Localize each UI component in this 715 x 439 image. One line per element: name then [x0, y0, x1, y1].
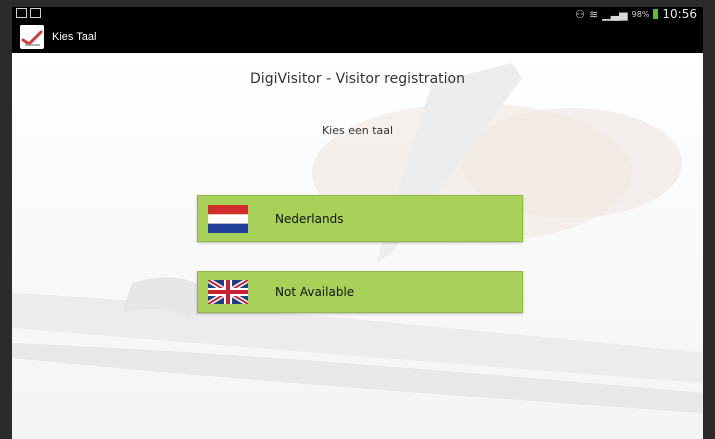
battery-percent: 98% — [631, 9, 650, 19]
language-button-english[interactable]: Not Available — [197, 271, 523, 313]
status-icons: ⚇ ≋ ▁▃▅ 98% 10:56 — [575, 7, 697, 21]
notification-icons — [16, 8, 41, 18]
main-content: DigiVisitor - Visitor registration Kies … — [12, 53, 703, 439]
status-bar: ⚇ ≋ ▁▃▅ 98% 10:56 — [12, 7, 703, 21]
clipboard-pen-background-image — [12, 53, 703, 439]
language-label-dutch: Nederlands — [275, 211, 344, 226]
language-label-english: Not Available — [275, 285, 355, 299]
action-bar-title: Kies Taal — [52, 31, 97, 43]
battery-icon — [653, 9, 659, 19]
wifi-icon: ≋ — [589, 7, 599, 21]
page-title: DigiVisitor - Visitor registration — [250, 71, 465, 87]
uk-flag-icon — [208, 280, 248, 304]
checkbox-notification-icon — [30, 8, 41, 18]
device-frame: ⚇ ≋ ▁▃▅ 98% 10:56 Kies Taal DigiVisitor … — [0, 0, 715, 439]
netherlands-flag-icon — [208, 204, 248, 233]
sync-icon: ⚇ — [575, 7, 586, 21]
clock: 10:56 — [662, 7, 697, 21]
signal-icon: ▁▃▅ — [602, 7, 628, 21]
screenshot-notification-icon — [16, 8, 27, 18]
language-button-dutch[interactable]: Nederlands — [197, 195, 523, 242]
choose-language-prompt: Kies een taal — [321, 124, 394, 137]
pen-checkmark-app-icon[interactable] — [20, 25, 44, 49]
action-bar: Kies Taal — [12, 21, 703, 53]
